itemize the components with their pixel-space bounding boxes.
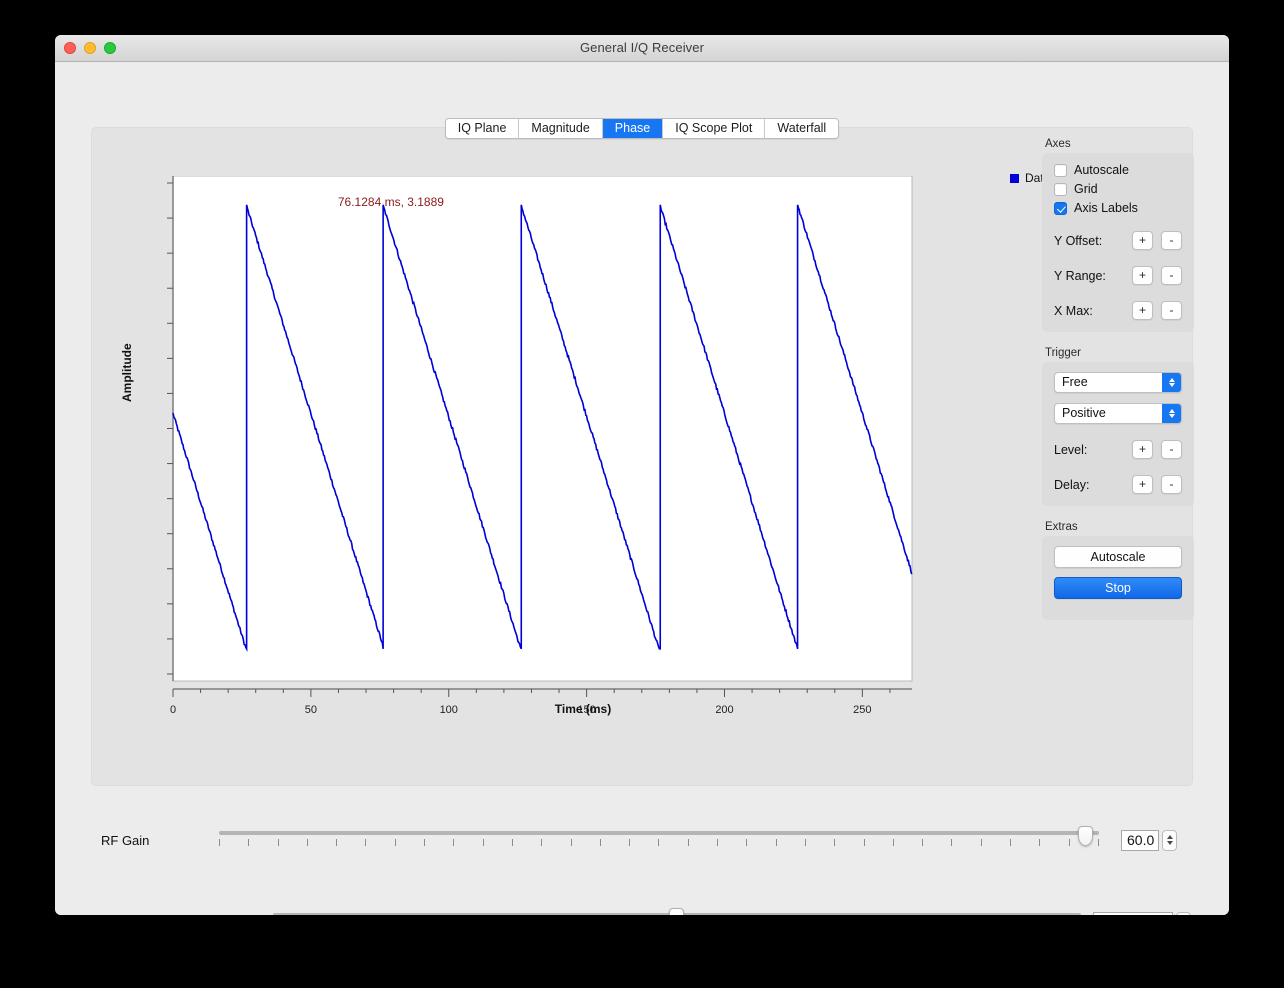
center-frequency-label: Center Frequency: [101, 915, 255, 916]
trigger-mode-value: Free: [1062, 375, 1088, 389]
rf-gain-slider[interactable]: [219, 825, 1099, 855]
center-frequency-spinner-arrows[interactable]: [1176, 911, 1191, 915]
axes-group-title: Axes: [1045, 138, 1071, 150]
legend-swatch-data0: [1010, 173, 1019, 183]
window-body: IQ Plane Magnitude Phase IQ Scope Plot W…: [55, 62, 1229, 915]
rf-gain-slider-row: RF Gain 60.0: [101, 825, 1191, 855]
checkbox-row-axis-labels[interactable]: Axis Labels: [1054, 201, 1182, 215]
checkbox-row-grid[interactable]: Grid: [1054, 182, 1182, 196]
trigger-group-title: Trigger: [1045, 347, 1081, 359]
x-max-increment-button[interactable]: +: [1132, 301, 1153, 320]
center-frequency-spinbox[interactable]: 144000000: [1093, 911, 1191, 915]
app-window: General I/Q Receiver IQ Plane Magnitude …: [55, 35, 1229, 915]
checkbox-autoscale[interactable]: [1054, 163, 1067, 177]
checkbox-axis-labels[interactable]: [1054, 201, 1067, 215]
level-decrement-button[interactable]: -: [1161, 440, 1182, 459]
stepper-row-y-offset: Y Offset: + -: [1054, 231, 1182, 250]
stepper-row-x-max: X Max: + -: [1054, 301, 1182, 320]
y-range-decrement-button[interactable]: -: [1161, 266, 1182, 285]
svg-text:150: 150: [577, 704, 595, 716]
trigger-slope-select[interactable]: Positive: [1054, 403, 1182, 424]
stepper-label-delay: Delay:: [1054, 477, 1090, 492]
checkbox-grid[interactable]: [1054, 182, 1067, 196]
checkbox-label-autoscale: Autoscale: [1074, 163, 1129, 177]
rf-gain-slider-ticks: [219, 839, 1099, 847]
tab-bar: IQ Plane Magnitude Phase IQ Scope Plot W…: [55, 118, 1229, 139]
tab-segmented-control: IQ Plane Magnitude Phase IQ Scope Plot W…: [444, 118, 840, 139]
x-max-decrement-button[interactable]: -: [1161, 301, 1182, 320]
y-offset-decrement-button[interactable]: -: [1161, 231, 1182, 250]
trigger-mode-select[interactable]: Free: [1054, 372, 1182, 393]
trigger-group: Trigger Free Positive Level: + - Delay: …: [1042, 347, 1194, 506]
stepper-row-delay: Delay: + -: [1054, 475, 1182, 494]
chevron-updown-icon[interactable]: [1162, 373, 1181, 392]
tab-waterfall[interactable]: Waterfall: [765, 119, 839, 138]
stepper-row-y-range: Y Range: + -: [1054, 266, 1182, 285]
rf-gain-spinbox[interactable]: 60.0: [1121, 829, 1177, 851]
trigger-slope-value: Positive: [1062, 406, 1106, 420]
delay-decrement-button[interactable]: -: [1161, 475, 1182, 494]
window-title: General I/Q Receiver: [579, 40, 705, 55]
center-frequency-slider-row: Center Frequency 144000000: [101, 907, 1191, 915]
svg-text:200: 200: [715, 704, 733, 716]
tab-phase[interactable]: Phase: [602, 119, 664, 138]
delay-increment-button[interactable]: +: [1132, 475, 1153, 494]
tab-iq-scope-plot[interactable]: IQ Scope Plot: [663, 119, 766, 138]
svg-text:0: 0: [170, 704, 176, 716]
stepper-label-y-range: Y Range:: [1054, 268, 1106, 283]
y-range-increment-button[interactable]: +: [1132, 266, 1153, 285]
stop-button[interactable]: Stop: [1054, 577, 1182, 599]
rf-gain-slider-track: [219, 831, 1099, 835]
tab-content-panel: Amplitude Time (ms) -3-2-101230501001502…: [91, 127, 1194, 786]
window-titlebar: General I/Q Receiver: [55, 35, 1229, 62]
plot-canvas[interactable]: -3-2-1012305010015020025076.1284 ms, 3.1…: [167, 176, 918, 731]
axes-group: Axes Autoscale Grid Axis Labels Y Offset…: [1042, 138, 1194, 332]
stepper-label-y-offset: Y Offset:: [1054, 233, 1103, 248]
extras-group-title: Extras: [1045, 521, 1078, 533]
y-axis-label: Amplitude: [120, 343, 134, 402]
autoscale-button[interactable]: Autoscale: [1054, 546, 1182, 568]
svg-text:100: 100: [440, 704, 458, 716]
rf-gain-spinner-arrows[interactable]: [1162, 829, 1177, 851]
svg-text:250: 250: [853, 704, 871, 716]
stepper-row-level: Level: + -: [1054, 440, 1182, 459]
checkbox-label-grid: Grid: [1074, 182, 1098, 196]
stepper-label-x-max: X Max:: [1054, 303, 1093, 318]
rf-gain-label: RF Gain: [101, 832, 150, 848]
stepper-label-level: Level:: [1054, 442, 1088, 457]
center-frequency-value-field[interactable]: 144000000: [1093, 911, 1173, 915]
level-increment-button[interactable]: +: [1132, 440, 1153, 459]
control-column: Axes Autoscale Grid Axis Labels Y Offset…: [1042, 138, 1194, 635]
center-frequency-slider-knob[interactable]: [669, 908, 685, 915]
checkbox-label-axis-labels: Axis Labels: [1074, 201, 1138, 215]
svg-text:76.1284 ms, 3.1889: 76.1284 ms, 3.1889: [338, 195, 444, 209]
extras-group: Extras Autoscale Stop: [1042, 521, 1194, 620]
center-frequency-slider[interactable]: [272, 907, 1081, 915]
checkbox-row-autoscale[interactable]: Autoscale: [1054, 163, 1182, 177]
chevron-updown-icon[interactable]: [1162, 404, 1181, 423]
tab-magnitude[interactable]: Magnitude: [519, 119, 603, 138]
plot-area: Amplitude Time (ms) -3-2-101230501001502…: [118, 164, 1060, 764]
svg-text:50: 50: [305, 704, 317, 716]
tab-iq-plane[interactable]: IQ Plane: [445, 119, 520, 138]
y-offset-increment-button[interactable]: +: [1132, 231, 1153, 250]
rf-gain-value-field[interactable]: 60.0: [1121, 829, 1159, 851]
